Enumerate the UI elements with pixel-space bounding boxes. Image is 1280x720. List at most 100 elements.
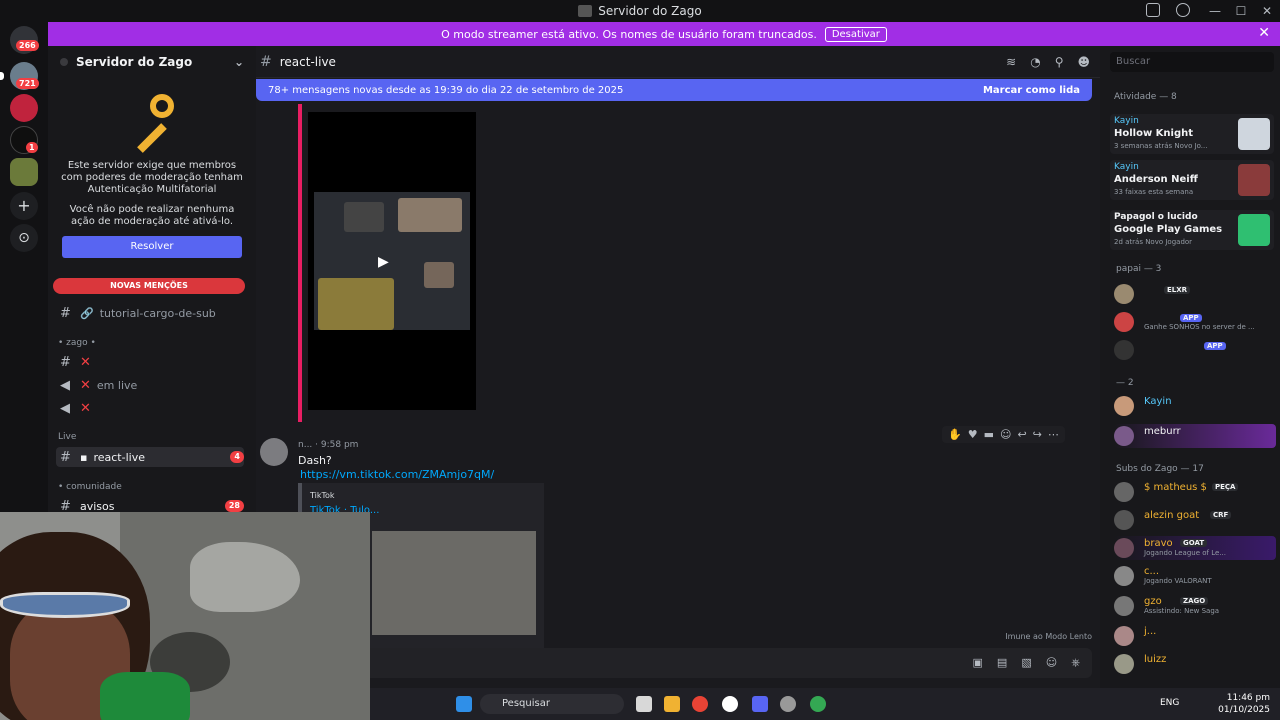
add-reaction-icon[interactable]: ☺: [1000, 428, 1011, 441]
member[interactable]: Kayin: [1114, 394, 1276, 418]
server-icon-4[interactable]: [10, 158, 38, 186]
chrome-icon[interactable]: [692, 696, 708, 712]
channel-title: react-live: [279, 54, 336, 69]
embed-thumbnail[interactable]: [372, 531, 536, 635]
more-icon[interactable]: ⋯: [1048, 428, 1059, 441]
language-indicator[interactable]: ENG: [1160, 698, 1179, 708]
unread-badge: 28: [224, 500, 244, 512]
play-icon[interactable]: ▶: [378, 254, 389, 270]
reaction-icon[interactable]: ▬: [984, 428, 994, 441]
channel-x-1[interactable]: # ✕: [56, 352, 244, 372]
hash-icon: #: [260, 53, 272, 70]
member-tag: APP: [1200, 340, 1226, 351]
speaker-icon: ◀: [60, 400, 70, 416]
file-explorer-icon[interactable]: [664, 696, 680, 712]
member[interactable]: j...: [1114, 624, 1276, 648]
member-panel: Buscar Atividade — 8 Kayin Hollow Knight…: [1100, 46, 1280, 720]
emoji-icon[interactable]: ☺: [1046, 656, 1057, 670]
member[interactable]: APP Ganhe SONHOS no server de ...: [1114, 310, 1276, 334]
task-view-icon[interactable]: [636, 696, 652, 712]
member-tag: ZAGO: [1180, 597, 1209, 605]
new-messages-bar[interactable]: 78+ mensagens novas desde as 19:39 do di…: [256, 79, 1092, 101]
activity-card[interactable]: Kayin Anderson Neiff 33 faixas esta sema…: [1110, 160, 1274, 200]
new-mentions-bar[interactable]: NOVAS MENÇÕES: [53, 278, 245, 294]
composer-icons: ▣ ▤ ▧ ☺ ⎈: [973, 656, 1081, 670]
clock[interactable]: 11:46 pm 01/10/2025: [1218, 692, 1270, 716]
disable-streamer-button[interactable]: Desativar: [824, 26, 887, 42]
maximize-icon[interactable]: ☐: [1228, 4, 1254, 18]
game-art: [1238, 118, 1270, 150]
channel-react-live[interactable]: # ▪ react-live 4: [56, 447, 244, 467]
taskbar-search[interactable]: Pesquisar: [480, 694, 624, 714]
chevron-down-icon[interactable]: ⌄: [234, 55, 244, 69]
forward-icon[interactable]: ↪: [1033, 428, 1042, 441]
message-composer[interactable]: react-live ▣ ▤ ▧ ☺ ⎈: [260, 648, 1092, 678]
sunglasses: [0, 592, 130, 618]
threads-icon[interactable]: ≋: [1006, 55, 1016, 69]
gif-icon[interactable]: ▤: [997, 656, 1007, 670]
member[interactable]: meburr: [1114, 424, 1276, 448]
mfa-subtext: Você não pode realizar nenhuma ação de m…: [69, 204, 235, 227]
member-tag: CRF: [1210, 511, 1232, 519]
reaction-icon[interactable]: ✋: [948, 428, 962, 441]
discord-taskbar-icon[interactable]: [752, 696, 768, 712]
message-link[interactable]: https://vm.tiktok.com/ZMAmjo7qM/: [300, 468, 494, 481]
bell-icon[interactable]: ◔: [1030, 55, 1040, 69]
mark-read-button[interactable]: Marcar como lida: [983, 85, 1080, 96]
members-icon[interactable]: ☻: [1077, 55, 1090, 69]
chrome-2-icon[interactable]: [810, 696, 826, 712]
member[interactable]: alezin goat CRF: [1114, 508, 1276, 532]
windows-start-icon[interactable]: [456, 696, 472, 712]
video-embed[interactable]: ▶: [308, 112, 476, 410]
sticker-icon[interactable]: ▧: [1021, 656, 1031, 670]
member-group: Subs do Zago — 17: [1116, 464, 1204, 474]
obs-icon[interactable]: [722, 696, 738, 712]
activity-card[interactable]: Kayin Hollow Knight 3 semanas atrás Novo…: [1110, 114, 1274, 154]
member[interactable]: $ matheus $ PEÇA: [1114, 480, 1276, 504]
search-input[interactable]: Buscar: [1110, 52, 1274, 72]
explore-icon[interactable]: ⊙: [10, 224, 38, 252]
channel-tutorial[interactable]: # 🔗 tutorial-cargo-de-sub: [56, 303, 244, 323]
gift-icon[interactable]: ▣: [973, 656, 983, 670]
album-art: [1238, 164, 1270, 196]
reply-icon[interactable]: ↩: [1017, 428, 1026, 441]
avatar: [1114, 566, 1134, 586]
member[interactable]: gzo ZAGO Assistindo: New Saga: [1114, 594, 1276, 618]
avatar[interactable]: [260, 438, 288, 466]
inbox-icon[interactable]: [1146, 3, 1160, 17]
help-icon[interactable]: [1176, 3, 1190, 17]
channel-em-live[interactable]: ◀ ✕ em live: [56, 375, 244, 395]
avatar: [1114, 626, 1134, 646]
close-banner-icon[interactable]: ✕: [1258, 25, 1270, 41]
activity-card[interactable]: Papagol o lucido Google Play Games 2d at…: [1110, 210, 1274, 250]
pin-icon[interactable]: ⚲: [1055, 55, 1064, 69]
avatar: [1114, 482, 1134, 502]
member-status: Ganhe SONHOS no server de ...: [1144, 323, 1255, 331]
add-server-icon[interactable]: +: [10, 192, 38, 220]
minimize-icon[interactable]: —: [1202, 4, 1228, 18]
close-icon[interactable]: ✕: [1254, 4, 1280, 18]
category-comunidade[interactable]: • comunidade: [58, 482, 122, 492]
member[interactable]: ELXR: [1114, 282, 1276, 306]
member[interactable]: luizz: [1114, 652, 1276, 676]
avatar: [1114, 312, 1134, 332]
activity-header[interactable]: Atividade — 8: [1114, 92, 1177, 102]
member[interactable]: bravo GOAT Jogando League of Le...: [1114, 536, 1276, 560]
hash-icon: #: [60, 354, 71, 370]
embed-accent: [298, 104, 302, 422]
steam-icon[interactable]: [780, 696, 796, 712]
category-zago[interactable]: • zago •: [58, 338, 96, 348]
member[interactable]: APP: [1114, 338, 1276, 362]
message-text: Dash?: [298, 454, 332, 467]
avatar: [1114, 426, 1134, 446]
member[interactable]: c... Jogando VALORANT: [1114, 564, 1276, 588]
server-icon-2[interactable]: [10, 94, 38, 122]
member-status: Jogando League of Le...: [1144, 549, 1226, 557]
reaction-icon[interactable]: ♥: [968, 428, 978, 441]
resolve-button[interactable]: Resolver: [62, 236, 242, 258]
category-live[interactable]: Live: [58, 432, 76, 442]
apps-icon[interactable]: ⎈: [1071, 656, 1080, 670]
channel-x-2[interactable]: ◀ ✕: [56, 398, 244, 418]
server-header[interactable]: Servidor do Zago ⌄: [48, 46, 256, 78]
title-bar: Servidor do Zago — ☐ ✕: [0, 0, 1280, 22]
